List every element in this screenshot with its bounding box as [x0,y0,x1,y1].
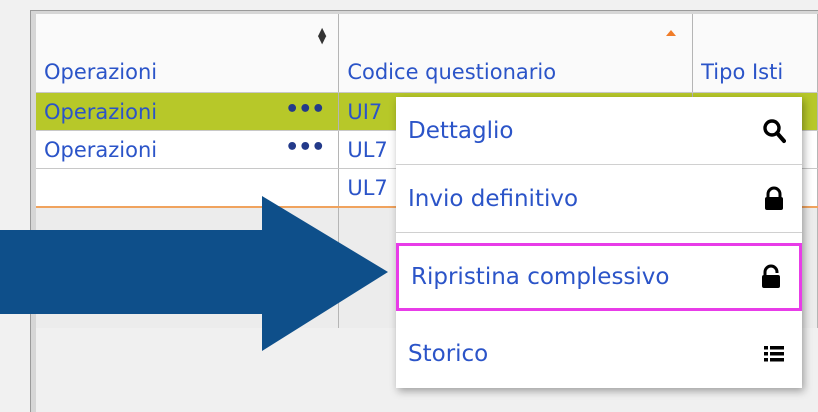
column-header-label: Operazioni [44,60,158,84]
unlock-icon [762,264,780,288]
codice-value: UI7 [347,99,383,124]
sort-ascending-icon[interactable] [666,30,677,36]
operazioni-link[interactable]: Operazioni [36,100,157,124]
menu-item-label: Ripristina complessivo [411,264,670,290]
menu-item-storico[interactable]: Storico [396,320,802,388]
sort-both-icon[interactable]: ▲ ▼ [318,26,326,45]
pointer-arrow-annotation [0,196,388,351]
menu-item-invio-definitivo[interactable]: Invio definitivo [396,165,802,233]
grid-header-row: Operazioni ▲ ▼ Codice questionario Tipo I… [36,14,818,93]
lock-icon [765,186,783,210]
menu-item-dettaglio[interactable]: Dettaglio [396,97,802,165]
column-header-codice-questionario[interactable]: Codice questionario [338,14,694,93]
more-actions-icon[interactable]: ••• [285,136,325,158]
menu-item-ripristina-complessivo[interactable]: Ripristina complessivo [396,243,802,311]
menu-item-label: Dettaglio [408,117,514,144]
column-header-tipo-istituto[interactable]: Tipo Isti [692,14,818,93]
cell-operazioni[interactable]: Operazioni ••• [36,130,340,169]
operazioni-link[interactable]: Operazioni [36,138,157,162]
cell-operazioni[interactable]: Operazioni ••• [36,92,340,131]
search-icon [763,118,786,143]
codice-value: UL7 [347,137,388,162]
column-header-label: Codice questionario [347,60,557,84]
menu-item-label: Invio definitivo [408,185,579,212]
row-actions-menu: Dettaglio Invio definitivo Ripristina co… [396,97,802,388]
menu-item-label: Storico [408,341,489,367]
more-actions-icon[interactable]: ••• [285,98,325,120]
column-header-operazioni[interactable]: Operazioni ▲ ▼ [36,14,340,93]
list-icon [764,346,784,362]
column-header-label: Tipo Isti [701,60,784,84]
